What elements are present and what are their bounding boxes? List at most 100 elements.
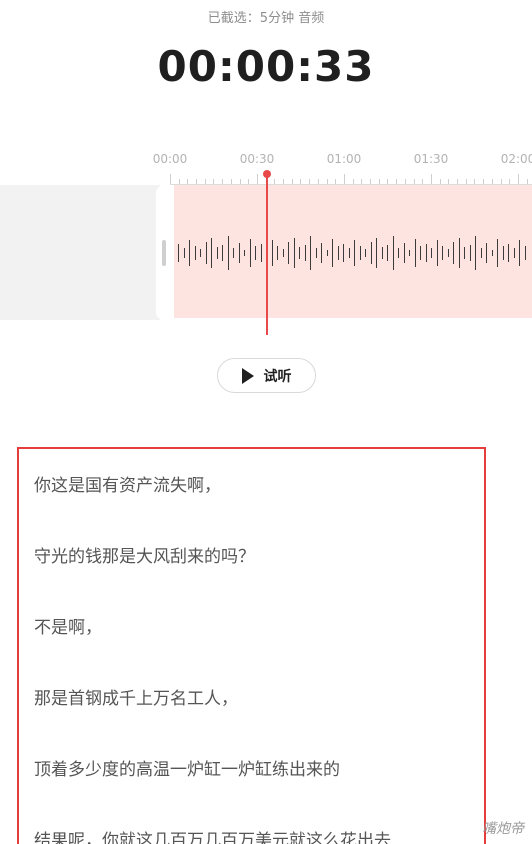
ruler-tick [405,179,406,184]
waveform-bar [437,240,438,266]
ruler-tick [361,179,362,184]
waveform-bar [382,247,383,259]
waveform-bar [305,245,306,261]
waveform-bar [481,248,482,258]
ruler-tick [509,179,510,184]
waveform-bar [310,236,311,270]
waveform-bar [255,246,256,260]
play-icon [241,367,254,384]
waveform-bar [519,240,520,266]
waveform-bar [464,247,465,259]
waveform-bar [442,246,443,260]
ruler-tick [187,179,188,184]
transcript-line: 顶着多少度的高温一炉缸一炉缸练出来的 [34,760,340,780]
waveform-bar [316,248,317,258]
drag-grip-icon[interactable] [162,240,166,266]
waveform-bar [332,239,333,267]
waveform-bar [514,248,515,258]
transcript-line: 不是啊， [34,618,102,638]
waveform-bar [184,248,185,258]
waveform-bar [470,245,471,261]
waveform-bar [409,250,410,256]
waveform-bar [404,243,405,263]
preview-button-label: 试听 [263,368,292,385]
waveform-bar [387,245,388,261]
selected-duration-label: 已截选：5分钟 音频 [207,11,325,26]
ruler-tick [205,179,206,184]
tick-label: 00:00 [152,152,188,166]
waveform-bar [288,242,289,264]
waveform-bar [338,246,339,260]
waveform-bar [393,236,394,270]
ruler-tick [318,179,319,184]
waveform-bar [497,239,498,267]
transcript-line: 那是首钢成千上万名工人， [34,689,238,709]
ruler-tick [196,179,197,184]
ruler-tick [231,179,232,184]
waveform-bar [272,240,273,266]
waveform-bar [178,244,179,262]
waveform-bar [503,246,504,260]
ruler-tick [257,174,258,184]
ruler-tick [353,179,354,184]
watermark: 嘴炮帝 [482,821,524,837]
waveform-bar [299,247,300,259]
current-time-display: 00:00:33 [157,42,375,91]
selected-waveform-region[interactable] [173,185,532,318]
ruler-tick [474,179,475,184]
ruler-tick [327,179,328,184]
playhead-knob[interactable] [263,170,271,178]
waveform-bar [453,242,454,264]
ruler-tick [414,179,415,184]
waveform-bar [492,250,493,256]
unselected-region [0,185,160,320]
ruler-tick [466,179,467,184]
waveform-bar [426,244,427,262]
ruler-tick [344,174,345,184]
waveform-bar [250,239,251,267]
waveform-bar [277,246,278,260]
waveform-bar [398,248,399,258]
transcript-panel: 你这是国有资产流失啊， 守光的钱那是大风刮来的吗？ 不是啊， 那是首钢成千上万名… [17,447,486,844]
waveform-bar [365,249,366,257]
waveform-bar [448,249,449,257]
waveform-bar [321,243,322,263]
ruler-tick [457,179,458,184]
transcript-line: 守光的钱那是大风刮来的吗？ [34,547,255,567]
waveform-bar [360,246,361,260]
tick-label: 02:00 [500,152,532,166]
ruler-tick [248,179,249,184]
waveform-bar [327,250,328,256]
waveform-bar [376,238,377,268]
waveform-bar [431,248,432,258]
waveform-bar [508,244,509,262]
waveform-bar [415,239,416,267]
waveform-bar [228,236,229,270]
tick-label: 01:00 [326,152,362,166]
ruler-tick [431,174,432,184]
transcript-line: 你这是国有资产流失啊， [34,476,221,496]
waveform-bar [525,246,526,260]
ruler-tick [396,179,397,184]
preview-button[interactable]: 试听 [217,358,316,393]
waveform-bar [222,245,223,261]
waveform-bar [206,242,207,264]
waveform-bar [189,240,190,266]
ruler-tick [213,179,214,184]
ruler-tick [379,179,380,184]
ruler-tick [440,179,441,184]
waveform-bar [354,240,355,266]
waveform-bar [217,247,218,259]
playhead-line[interactable] [266,175,268,335]
waveform-bar [261,244,262,262]
waveform-bar [475,236,476,270]
waveform-bar [195,246,196,260]
ruler-tick [240,179,241,184]
waveform-bar [486,243,487,263]
waveform-bar [294,238,295,268]
ruler-tick [448,179,449,184]
tick-label: 00:30 [239,152,275,166]
ruler-tick [300,179,301,184]
ruler-tick [422,179,423,184]
waveform-bar [420,246,421,260]
